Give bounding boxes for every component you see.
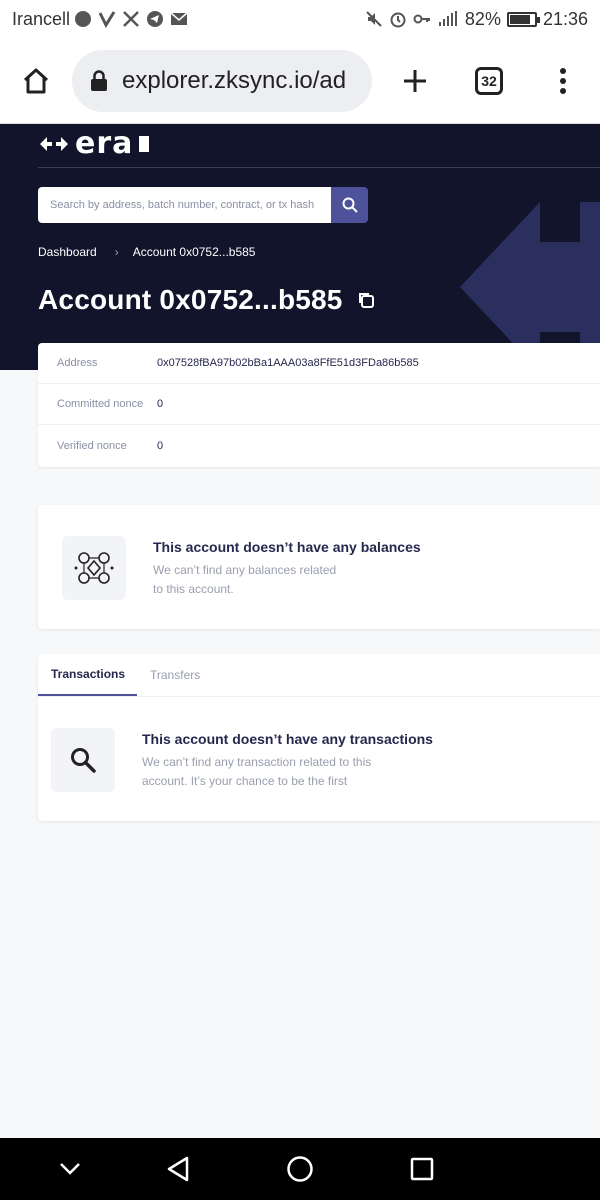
search-input[interactable] bbox=[38, 187, 331, 223]
tab-count: 32 bbox=[475, 66, 503, 95]
row-label: Address bbox=[57, 357, 98, 369]
search-bar bbox=[38, 187, 368, 223]
account-info-table: Address 0x07528fBA97b02bBa1AAA03a8FfE51d… bbox=[38, 343, 600, 467]
search-button[interactable] bbox=[331, 187, 368, 223]
status-bar: Irancell 82% 21:36 bbox=[0, 0, 600, 38]
search-icon-box bbox=[51, 728, 115, 792]
battery-percent: 82% bbox=[464, 8, 501, 29]
v-app-icon bbox=[98, 11, 116, 28]
home-nav-button[interactable] bbox=[270, 1139, 330, 1199]
hide-keyboard-button[interactable] bbox=[40, 1139, 100, 1199]
balances-empty-description: We can’t find any balances related to th… bbox=[153, 561, 336, 599]
browser-actions: 32 bbox=[378, 38, 600, 124]
transactions-card: Transactions Transfers This account does… bbox=[38, 654, 600, 821]
clock: 21:36 bbox=[542, 8, 588, 29]
zksync-arrows-icon bbox=[40, 137, 68, 151]
browser-menu-button[interactable] bbox=[526, 38, 600, 124]
home-circle-icon bbox=[287, 1156, 313, 1182]
carrier-name: Irancell bbox=[12, 8, 71, 29]
x-app-icon bbox=[123, 11, 139, 27]
lock-icon bbox=[91, 69, 107, 91]
more-vert-icon bbox=[560, 67, 566, 94]
logo-block bbox=[139, 136, 150, 152]
table-row: Address 0x07528fBA97b02bBa1AAA03a8FfE51d… bbox=[38, 343, 600, 384]
back-triangle-icon bbox=[167, 1156, 189, 1182]
header-divider bbox=[38, 167, 600, 168]
copy-icon[interactable] bbox=[357, 291, 375, 309]
balances-card: This account doesn’t have any balances W… bbox=[38, 505, 600, 629]
mute-icon bbox=[366, 11, 382, 27]
verified-nonce-value: 0 bbox=[157, 439, 164, 452]
row-label: Verified nonce bbox=[57, 439, 127, 452]
era-logo[interactable]: era bbox=[38, 126, 150, 161]
address-value[interactable]: 0x07528fBA97b02bBa1AAA03a8FfE51d3FDa86b5… bbox=[157, 357, 419, 369]
balances-empty-title: This account doesn’t have any balances bbox=[153, 539, 421, 555]
chevron-right-icon: › bbox=[114, 245, 119, 259]
breadcrumb-dashboard[interactable]: Dashboard bbox=[38, 245, 97, 259]
logo-text: era bbox=[75, 126, 134, 161]
transactions-empty-description: We can’t find any transaction related to… bbox=[142, 753, 371, 791]
notification-icons bbox=[74, 10, 188, 28]
signal-4g-icon bbox=[438, 11, 457, 26]
back-button[interactable] bbox=[148, 1139, 208, 1199]
notification-badge-icon bbox=[75, 11, 92, 27]
recents-button[interactable] bbox=[392, 1139, 452, 1199]
battery-icon bbox=[506, 11, 540, 27]
mail-icon bbox=[170, 12, 188, 25]
desc-line: account. It’s your chance to be the firs… bbox=[142, 774, 348, 788]
key-icon bbox=[413, 14, 430, 24]
new-tab-button[interactable] bbox=[378, 38, 452, 124]
home-button[interactable] bbox=[0, 38, 72, 124]
page-title: Account 0x0752...b585 bbox=[38, 284, 343, 315]
recents-square-icon bbox=[410, 1157, 434, 1181]
desc-line: We can’t find any transaction related to… bbox=[142, 755, 372, 769]
search-icon bbox=[342, 197, 358, 213]
browser-toolbar: explorer.zksync.io/ad 32 bbox=[0, 38, 600, 124]
chevron-down-icon bbox=[60, 1163, 80, 1175]
currency-exchange-icon bbox=[74, 552, 114, 584]
address-bar[interactable]: explorer.zksync.io/ad bbox=[72, 49, 372, 112]
url-text: explorer.zksync.io/ad bbox=[122, 66, 347, 94]
table-row: Committed nonce 0 bbox=[38, 384, 600, 425]
telegram-icon bbox=[147, 11, 164, 27]
home-icon bbox=[23, 68, 49, 93]
committed-nonce-value: 0 bbox=[157, 398, 164, 410]
currency-exchange-icon-box bbox=[62, 536, 126, 600]
desc-line: to this account. bbox=[153, 582, 234, 596]
page-title-row: Account 0x0752...b585 bbox=[38, 284, 375, 316]
search-icon bbox=[71, 748, 96, 773]
page-header: era Dashboard › Account 0x0752...b585 Ac… bbox=[0, 124, 600, 370]
system-icons: 82% 21:36 bbox=[365, 9, 588, 30]
tab-bar: Transactions Transfers bbox=[38, 654, 600, 697]
plus-icon bbox=[404, 69, 426, 92]
table-row: Verified nonce 0 bbox=[38, 425, 600, 466]
tab-transactions[interactable]: Transactions bbox=[38, 654, 137, 696]
tab-transfers[interactable]: Transfers bbox=[137, 654, 213, 696]
transactions-empty-title: This account doesn’t have any transactio… bbox=[142, 731, 433, 747]
breadcrumb-current: Account 0x0752...b585 bbox=[132, 245, 256, 259]
desc-line: We can’t find any balances related bbox=[153, 563, 337, 577]
breadcrumb: Dashboard › Account 0x0752...b585 bbox=[38, 245, 255, 259]
alarm-icon bbox=[390, 12, 406, 28]
system-navigation-bar bbox=[0, 1138, 600, 1200]
battery-fill bbox=[509, 14, 530, 24]
tab-switcher-button[interactable]: 32 bbox=[452, 38, 526, 124]
row-label: Committed nonce bbox=[57, 398, 144, 410]
